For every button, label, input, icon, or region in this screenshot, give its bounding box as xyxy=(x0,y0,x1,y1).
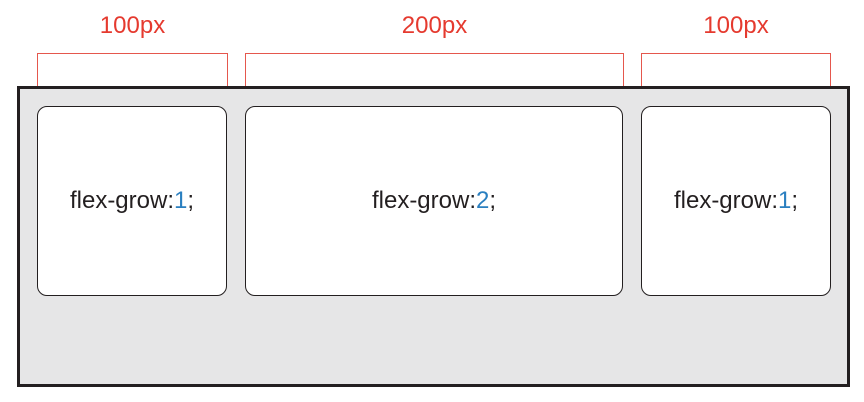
dimension-label-3: 100px xyxy=(703,12,769,39)
flex-item-property: flex-grow: xyxy=(69,187,174,214)
flex-item-property: flex-grow: xyxy=(673,187,778,214)
dimension-label-1: 100px xyxy=(99,12,166,39)
flex-item-terminator: ; xyxy=(187,187,195,214)
flex-item-property: flex-grow: xyxy=(371,187,476,214)
flex-item-3: flex-grow: 1; xyxy=(641,106,831,296)
flex-item-terminator: ; xyxy=(791,187,799,214)
flex-item-2: flex-grow: 2; xyxy=(245,106,623,296)
flex-item-value: 1 xyxy=(174,187,188,214)
flex-item-terminator: ; xyxy=(489,187,497,214)
flex-item-value: 2 xyxy=(476,187,490,214)
dimension-label-2: 200px xyxy=(401,12,468,39)
flex-item-value: 1 xyxy=(778,187,792,214)
flex-grow-diagram: 100px 200px 100px flex-grow: 1; flex-gro… xyxy=(0,0,864,402)
flex-container: flex-grow: 1; flex-grow: 2; flex-grow: 1… xyxy=(17,86,850,387)
flex-item-1: flex-grow: 1; xyxy=(37,106,227,296)
